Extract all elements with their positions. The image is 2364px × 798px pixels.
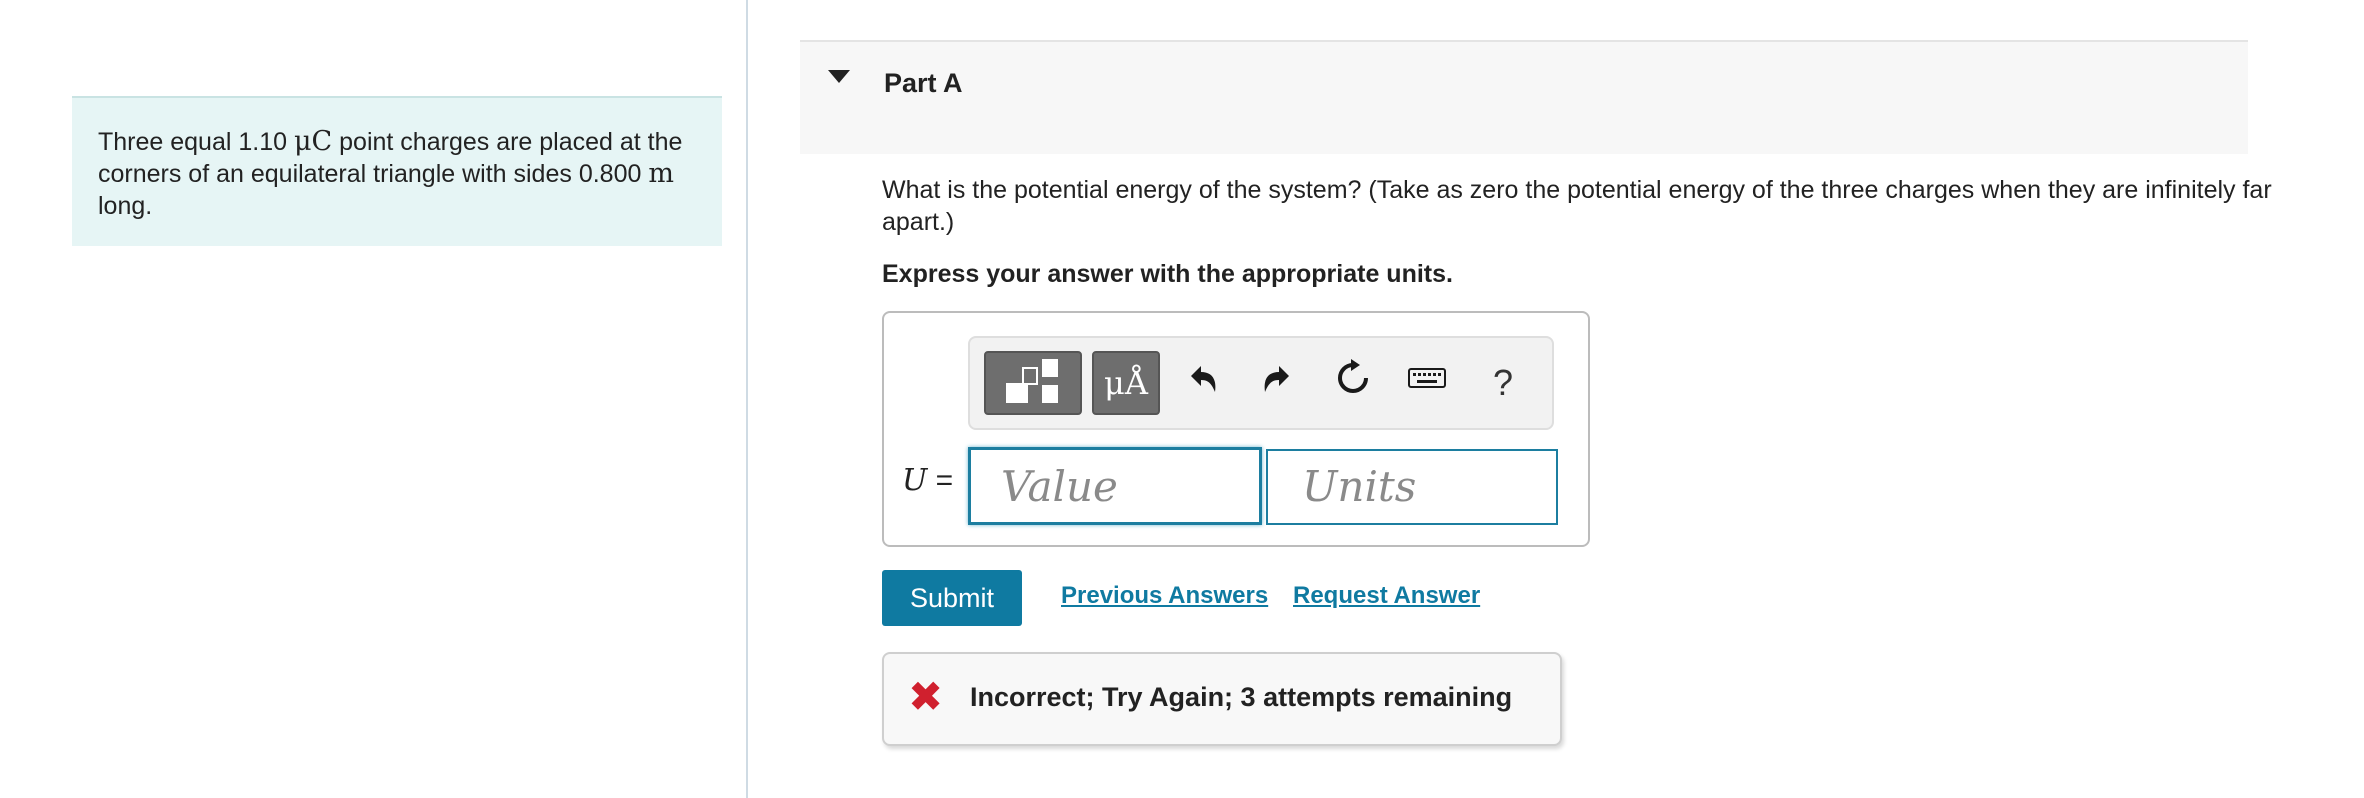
redo-icon[interactable] — [1252, 358, 1302, 408]
request-answer-link[interactable]: Request Answer — [1293, 582, 1480, 610]
x-icon: ✖ — [908, 673, 944, 720]
side-value: 0.800 — [578, 160, 642, 188]
submit-button[interactable]: Submit — [882, 570, 1022, 626]
feedback-message: Incorrect; Try Again; 3 attempts remaini… — [970, 682, 1513, 712]
question-text: What is the potential energy of the syst… — [882, 176, 2272, 236]
length-unit: m — [648, 158, 674, 189]
units-button[interactable]: μÅ — [1092, 351, 1160, 415]
equals-sign: = — [927, 464, 954, 497]
part-a-header[interactable]: Part A — [800, 40, 2248, 154]
templates-button[interactable] — [984, 351, 1082, 415]
answer-box: μÅ ? U = Value Units — [882, 311, 1590, 547]
collapse-caret-icon[interactable] — [828, 70, 850, 83]
problem-text-3: long. — [98, 192, 153, 220]
problem-panel: Three equal 1.10 μC point charges are pl… — [0, 0, 746, 798]
feedback-box: ✖ Incorrect; Try Again; 3 attempts remai… — [882, 652, 1562, 746]
part-title: Part A — [884, 68, 963, 98]
units-input[interactable]: Units — [1266, 449, 1558, 525]
previous-answers-link[interactable]: Previous Answers — [1061, 582, 1268, 610]
reset-icon[interactable] — [1328, 358, 1378, 408]
variable-label: U = — [902, 463, 953, 498]
help-button[interactable]: ? — [1478, 358, 1528, 408]
instruction-text: Express your answer with the appropriate… — [882, 260, 1453, 288]
value-input[interactable]: Value — [968, 447, 1262, 525]
math-toolbar: μÅ ? — [968, 336, 1554, 430]
keyboard-icon[interactable] — [1402, 358, 1452, 408]
variable-symbol: U — [902, 463, 928, 498]
problem-text-1: Three equal 1.10 — [98, 128, 294, 156]
charge-unit: μC — [293, 126, 333, 157]
problem-statement: Three equal 1.10 μC point charges are pl… — [72, 96, 722, 246]
part-panel: Part A What is the potential energy of t… — [748, 0, 2364, 798]
undo-icon[interactable] — [1178, 358, 1228, 408]
